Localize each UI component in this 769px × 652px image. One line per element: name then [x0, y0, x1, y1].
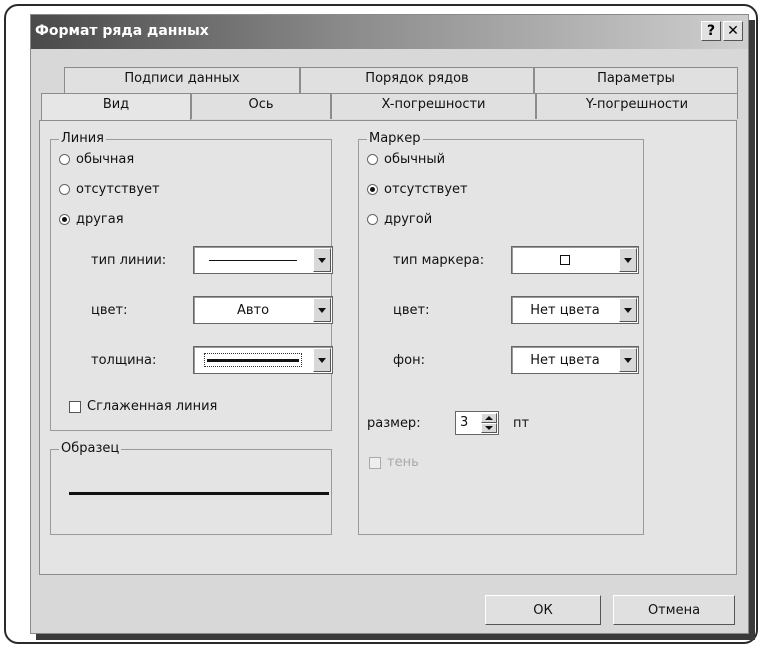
sample-line-preview	[69, 492, 329, 495]
checkbox-icon	[369, 456, 381, 469]
line-color-label: цвет:	[91, 303, 128, 318]
line-radio-none[interactable]: отсутствует	[59, 182, 160, 197]
tab-options[interactable]: Параметры	[534, 67, 738, 93]
tab-axis[interactable]: Ось	[191, 93, 331, 119]
smooth-line-label: Сглаженная линия	[87, 399, 218, 414]
chevron-down-icon[interactable]	[313, 298, 331, 322]
tab-view[interactable]: Вид	[41, 93, 191, 121]
radio-selected-icon	[367, 184, 378, 195]
marker-color-label: цвет:	[393, 303, 430, 318]
line-group: Линия обычная отсутствует другая тип лин…	[50, 131, 333, 431]
line-radio-custom[interactable]: другая	[59, 212, 124, 227]
cancel-button[interactable]: Отмена	[613, 595, 735, 625]
radio-icon	[59, 154, 70, 165]
line-type-select[interactable]	[193, 246, 333, 274]
marker-radio-normal-label: обычный	[384, 152, 446, 167]
line-radio-normal-label: обычная	[76, 152, 135, 167]
chevron-down-icon[interactable]	[619, 298, 637, 322]
shadow-checkbox[interactable]: тень	[369, 455, 419, 470]
line-color-select[interactable]: Авто	[193, 296, 333, 324]
marker-fill-value: Нет цвета	[530, 352, 600, 368]
marker-type-label: тип маркера:	[393, 253, 485, 268]
spin-up-icon[interactable]	[481, 413, 497, 423]
line-color-value: Авто	[236, 302, 270, 318]
help-button[interactable]: ?	[701, 21, 721, 41]
square-marker-icon	[560, 255, 570, 265]
line-radio-none-label: отсутствует	[76, 182, 160, 197]
marker-size-value: 3	[460, 415, 469, 430]
chevron-down-icon[interactable]	[619, 248, 637, 272]
tab-series-order[interactable]: Порядок рядов	[300, 67, 534, 93]
spin-down-icon[interactable]	[481, 423, 497, 433]
marker-radio-none-label: отсутствует	[384, 182, 468, 197]
radio-icon	[367, 154, 378, 165]
marker-radio-custom-label: другой	[384, 212, 433, 227]
radio-icon	[367, 214, 378, 225]
marker-radio-normal[interactable]: обычный	[367, 152, 445, 167]
line-group-title: Линия	[59, 131, 106, 146]
shadow-label: тень	[387, 455, 419, 470]
line-weight-label: толщина:	[91, 353, 157, 368]
chevron-down-icon[interactable]	[313, 348, 331, 372]
marker-color-select[interactable]: Нет цвета	[511, 296, 639, 324]
line-type-preview	[194, 247, 312, 273]
marker-radio-none[interactable]: отсутствует	[367, 182, 468, 197]
line-radio-custom-label: другая	[76, 212, 124, 227]
marker-size-unit: пт	[513, 416, 530, 431]
line-weight-select[interactable]	[193, 346, 333, 374]
radio-selected-icon	[59, 214, 70, 225]
marker-fill-label: фон:	[393, 353, 425, 368]
marker-group-title: Маркер	[367, 131, 423, 146]
line-radio-normal[interactable]: обычная	[59, 152, 134, 167]
marker-type-preview	[512, 247, 618, 273]
marker-group: Маркер обычный отсутствует другой тип ма…	[358, 131, 644, 535]
ok-button[interactable]: ОК	[485, 595, 601, 625]
smooth-line-checkbox[interactable]: Сглаженная линия	[69, 399, 217, 414]
tab-panel-view: Линия обычная отсутствует другая тип лин…	[39, 120, 737, 575]
marker-color-value: Нет цвета	[530, 302, 600, 318]
sample-group-title: Образец	[59, 441, 122, 456]
marker-size-spinner[interactable]: 3	[455, 411, 499, 435]
format-series-dialog: Формат ряда данных ? ✕ Подписи данных По…	[30, 14, 749, 634]
marker-fill-select[interactable]: Нет цвета	[511, 346, 639, 374]
close-button[interactable]: ✕	[723, 21, 743, 41]
sample-group: Образец	[50, 441, 332, 535]
checkbox-icon	[69, 400, 81, 413]
tab-y-error-bars[interactable]: Y-погрешности	[536, 93, 738, 119]
title-bar: Формат ряда данных ? ✕	[31, 15, 748, 49]
chevron-down-icon[interactable]	[313, 248, 331, 272]
line-type-label: тип линии:	[91, 253, 167, 268]
marker-size-label: размер:	[367, 416, 421, 431]
marker-type-select[interactable]	[511, 246, 639, 274]
radio-icon	[59, 184, 70, 195]
tab-x-error-bars[interactable]: X-погрешности	[331, 93, 536, 119]
dialog-title: Формат ряда данных	[35, 23, 209, 39]
tab-data-labels[interactable]: Подписи данных	[64, 67, 300, 93]
line-weight-preview	[194, 347, 312, 373]
chevron-down-icon[interactable]	[619, 348, 637, 372]
marker-radio-custom[interactable]: другой	[367, 212, 432, 227]
